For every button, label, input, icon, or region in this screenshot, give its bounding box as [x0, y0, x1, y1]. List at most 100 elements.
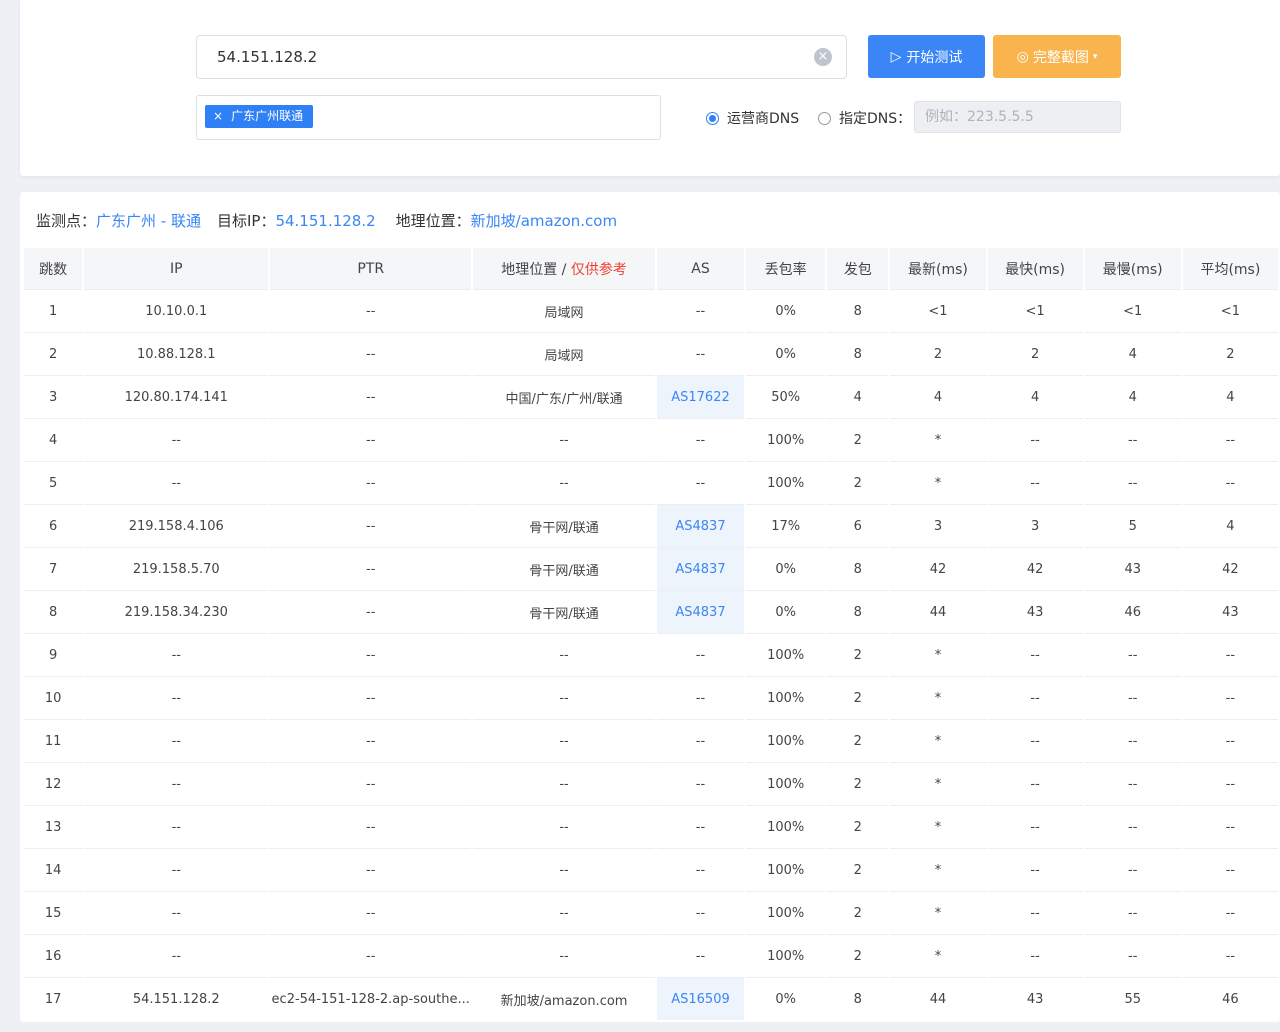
cell-loss: 0% — [746, 332, 826, 375]
cell-best: -- — [987, 934, 1083, 977]
col-geo: 地理位置 / 仅供参考 — [473, 248, 655, 289]
cell-hop: 4 — [24, 418, 83, 461]
cell-sent: 8 — [827, 547, 889, 590]
cell-ptr: -- — [270, 332, 472, 375]
cell-geo: -- — [473, 762, 655, 805]
cell-last: * — [890, 719, 986, 762]
cell-avg: 4 — [1182, 504, 1278, 547]
full-screenshot-button[interactable]: ◎ 完整截图 ▾ — [993, 35, 1121, 78]
cell-worst: -- — [1084, 461, 1181, 504]
cell-loss: 17% — [746, 504, 826, 547]
cell-ip: -- — [84, 633, 269, 676]
table-row: 14 -- -- -- -- 100% 2 * -- -- -- — [24, 848, 1278, 891]
cell-as[interactable]: AS4837 — [656, 547, 745, 590]
cell-as: -- — [656, 805, 745, 848]
cell-geo: -- — [473, 633, 655, 676]
cell-ptr: -- — [270, 891, 472, 934]
table-row: 6 219.158.4.106 -- 骨干网/联通 AS4837 17% 6 3 3 5 4 — [24, 504, 1278, 547]
table-row: 10 -- -- -- -- 100% 2 * -- -- -- — [24, 676, 1278, 719]
col-hop: 跳数 — [24, 248, 83, 289]
cell-worst: 5 — [1084, 504, 1181, 547]
cell-hop: 8 — [24, 590, 83, 633]
target-label: 目标IP： — [216, 212, 276, 230]
table-row: 2 10.88.128.1 -- 局域网 -- 0% 8 2 2 4 2 — [24, 332, 1278, 375]
tag-close-icon[interactable]: × — [213, 105, 223, 128]
cell-geo: 骨干网/联通 — [473, 547, 655, 590]
cell-as[interactable]: AS16509 — [656, 977, 745, 1020]
cell-sent: 6 — [827, 504, 889, 547]
cell-geo: -- — [473, 461, 655, 504]
cell-ip: 219.158.34.230 — [84, 590, 269, 633]
cell-loss: 100% — [746, 848, 826, 891]
cell-hop: 14 — [24, 848, 83, 891]
cell-avg: -- — [1182, 848, 1278, 891]
cell-last: * — [890, 676, 986, 719]
cell-as[interactable]: AS17622 — [656, 375, 745, 418]
table-row: 5 -- -- -- -- 100% 2 * -- -- -- — [24, 461, 1278, 504]
cell-worst: 43 — [1084, 547, 1181, 590]
radio-unchecked-icon — [818, 111, 831, 125]
cell-sent: 8 — [827, 590, 889, 633]
cell-worst: 4 — [1084, 332, 1181, 375]
cell-hop: 11 — [24, 719, 83, 762]
cell-ip: -- — [84, 719, 269, 762]
cell-worst: -- — [1084, 848, 1181, 891]
cell-best: -- — [987, 891, 1083, 934]
cell-as: -- — [656, 762, 745, 805]
cell-avg: 46 — [1182, 977, 1278, 1020]
cell-ip: 219.158.4.106 — [84, 504, 269, 547]
cell-hop: 15 — [24, 891, 83, 934]
radio-isp-dns[interactable]: 运营商DNS — [706, 108, 799, 128]
radio-custom-dns-label: 指定DNS： — [839, 111, 912, 127]
cell-hop: 16 — [24, 934, 83, 977]
table-header-row: 跳数 IP PTR 地理位置 / 仅供参考 AS 丢包率 发包 最新(ms) 最… — [24, 248, 1278, 289]
cell-worst: -- — [1084, 418, 1181, 461]
monitor-label: 监测点： — [36, 212, 97, 230]
cell-hop: 13 — [24, 805, 83, 848]
cell-avg: -- — [1182, 805, 1278, 848]
cell-last: * — [890, 461, 986, 504]
cell-ip: -- — [84, 891, 269, 934]
cell-last: 4 — [890, 375, 986, 418]
cell-ptr: -- — [270, 934, 472, 977]
table-row: 12 -- -- -- -- 100% 2 * -- -- -- — [24, 762, 1278, 805]
cell-sent: 2 — [827, 848, 889, 891]
cell-hop: 5 — [24, 461, 83, 504]
cell-as[interactable]: AS4837 — [656, 590, 745, 633]
cell-hop: 17 — [24, 977, 83, 1020]
cell-avg: -- — [1182, 461, 1278, 504]
custom-dns-placeholder: 例如：223.5.5.5 — [925, 109, 1034, 125]
radio-checked-icon — [706, 111, 719, 125]
cell-last: * — [890, 848, 986, 891]
cell-ip: 10.88.128.1 — [84, 332, 269, 375]
cell-last: * — [890, 633, 986, 676]
cell-ptr: -- — [270, 289, 472, 332]
cell-best: -- — [987, 461, 1083, 504]
node-select[interactable]: × 广东广州联通 — [196, 95, 661, 140]
cell-avg: -- — [1182, 676, 1278, 719]
cell-hop: 6 — [24, 504, 83, 547]
cell-as: -- — [656, 676, 745, 719]
cell-geo: 新加坡/amazon.com — [473, 977, 655, 1020]
target-ip-input[interactable]: 54.151.128.2 × — [196, 35, 847, 79]
cell-loss: 100% — [746, 418, 826, 461]
cell-ptr: -- — [270, 676, 472, 719]
result-panel: 监测点：广东广州 - 联通 目标IP：54.151.128.2 地理位置：新加坡/a… — [20, 192, 1280, 1022]
radio-custom-dns[interactable]: 指定DNS： — [818, 108, 911, 128]
cell-hop: 1 — [24, 289, 83, 332]
cell-sent: 2 — [827, 719, 889, 762]
cell-loss: 0% — [746, 590, 826, 633]
cell-ip: 120.80.174.141 — [84, 375, 269, 418]
clear-icon[interactable]: × — [814, 48, 832, 66]
play-icon: ▷ — [890, 48, 902, 65]
cell-worst: <1 — [1084, 289, 1181, 332]
full-screenshot-label: 完整截图 — [1032, 49, 1089, 66]
cell-loss: 100% — [746, 461, 826, 504]
start-test-button[interactable]: ▷ 开始测试 — [868, 35, 985, 78]
custom-dns-input[interactable]: 例如：223.5.5.5 — [914, 101, 1121, 133]
cell-best: -- — [987, 805, 1083, 848]
table-row: 9 -- -- -- -- 100% 2 * -- -- -- — [24, 633, 1278, 676]
table-row: 13 -- -- -- -- 100% 2 * -- -- -- — [24, 805, 1278, 848]
cell-hop: 2 — [24, 332, 83, 375]
cell-as[interactable]: AS4837 — [656, 504, 745, 547]
